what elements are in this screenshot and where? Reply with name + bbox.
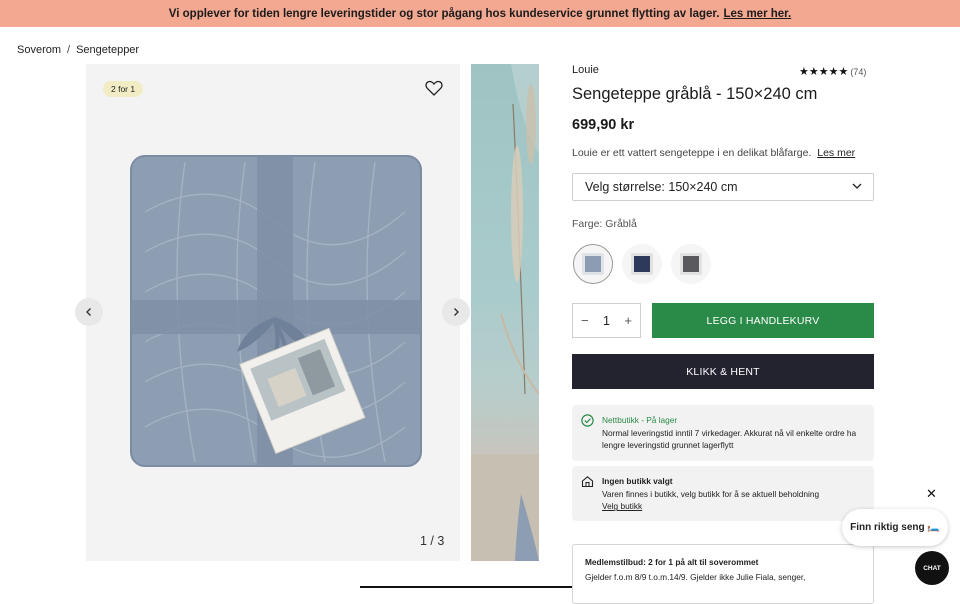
check-circle-icon [581, 414, 594, 427]
close-icon[interactable]: ✕ [926, 486, 937, 502]
click-and-collect-button[interactable]: KLIKK & HENT [572, 354, 874, 389]
store-stock-box: Ingen butikk valgt Varen finnes i butikk… [572, 466, 874, 521]
member-offer-box: Medlemstilbud: 2 for 1 på alt til sovero… [572, 544, 874, 604]
chat-button[interactable]: CHAT [915, 551, 949, 585]
color-swatch-gra[interactable] [671, 244, 711, 284]
online-stock-text: Nettbutikk - På lager Normal leveringsti… [602, 414, 866, 452]
rating-count: (74) [850, 66, 867, 77]
breadcrumb-item-sengetepper[interactable]: Sengetepper [76, 44, 139, 56]
product-title: Sengeteppe gråblå - 150×240 cm [572, 85, 818, 103]
promo-badge: 2 for 1 [103, 81, 144, 97]
product-brand[interactable]: Louie [572, 64, 599, 76]
breadcrumb: Soverom / Sengetepper [17, 44, 139, 56]
color-label-prefix: Farge: [572, 218, 603, 230]
chevron-left-icon [86, 308, 91, 316]
breadcrumb-item-soverom[interactable]: Soverom [17, 44, 61, 56]
pampas-grass-photo [471, 64, 539, 561]
gallery-counter: 1 / 3 [420, 534, 445, 548]
product-photo-blanket [130, 155, 422, 467]
color-swatch-morkebla[interactable] [622, 244, 662, 284]
quantity-decrease-button[interactable]: − [581, 313, 589, 328]
select-store-link[interactable]: Velg butikk [602, 500, 866, 513]
online-stock-status: Nettbutikk - På lager [602, 415, 678, 425]
add-to-cart-button[interactable]: LEGG I HANDLEKURV [652, 303, 874, 338]
rating-stars-icon: ★★★★★ [799, 66, 849, 78]
chevron-down-icon [852, 183, 862, 189]
gallery-next-button[interactable] [442, 298, 470, 326]
banner-link[interactable]: Les mer her. [723, 8, 791, 20]
chevron-right-icon [454, 308, 459, 316]
heart-icon[interactable] [425, 80, 443, 96]
find-bed-button[interactable]: Finn riktig seng 🛏️ [842, 509, 948, 546]
announcement-banner: Vi opplever for tiden lengre leveringsti… [0, 0, 960, 27]
swatch-image [582, 253, 604, 275]
size-select-value: Velg størrelse: 150×240 cm [585, 180, 738, 194]
online-stock-details: Normal leveringstid inntil 7 virkedager.… [602, 427, 857, 451]
color-label: Farge: Gråblå [572, 218, 637, 230]
store-stock-title: Ingen butikk valgt [602, 476, 673, 486]
product-price: 699,90 kr [572, 117, 635, 133]
swatch-image [631, 253, 653, 275]
color-swatch-grabla[interactable] [573, 244, 613, 284]
member-offer-title: Medlemstilbud: 2 for 1 på alt til sovero… [585, 557, 759, 567]
description-text: Louie er ett vattert sengeteppe i en del… [572, 147, 812, 159]
banner-text: Vi opplever for tiden lengre leveringsti… [168, 7, 720, 20]
size-select[interactable]: Velg størrelse: 150×240 cm [572, 173, 874, 201]
read-more-link[interactable]: Les mer [817, 147, 855, 159]
color-value: Gråblå [605, 218, 637, 230]
store-icon [581, 476, 594, 488]
quantity-stepper: − 1 + [572, 303, 641, 338]
quantity-increase-button[interactable]: + [624, 313, 632, 328]
product-description: Louie er ett vattert sengeteppe i en del… [572, 147, 855, 159]
member-offer-text: Gjelder f.o.m 8/9 t.o.m.14/9. Gjelder ik… [585, 572, 806, 582]
product-rating[interactable]: ★★★★★ (74) [799, 65, 866, 78]
gallery-prev-button[interactable] [75, 298, 103, 326]
store-stock-text: Ingen butikk valgt Varen finnes i butikk… [602, 475, 866, 513]
swatch-image [680, 253, 702, 275]
online-stock-box: Nettbutikk - På lager Normal leveringsti… [572, 405, 874, 461]
quantity-value[interactable]: 1 [603, 314, 610, 328]
store-stock-details: Varen finnes i butikk, velg butikk for å… [602, 488, 820, 499]
breadcrumb-separator: / [67, 44, 71, 56]
product-image-secondary[interactable] [471, 64, 539, 561]
